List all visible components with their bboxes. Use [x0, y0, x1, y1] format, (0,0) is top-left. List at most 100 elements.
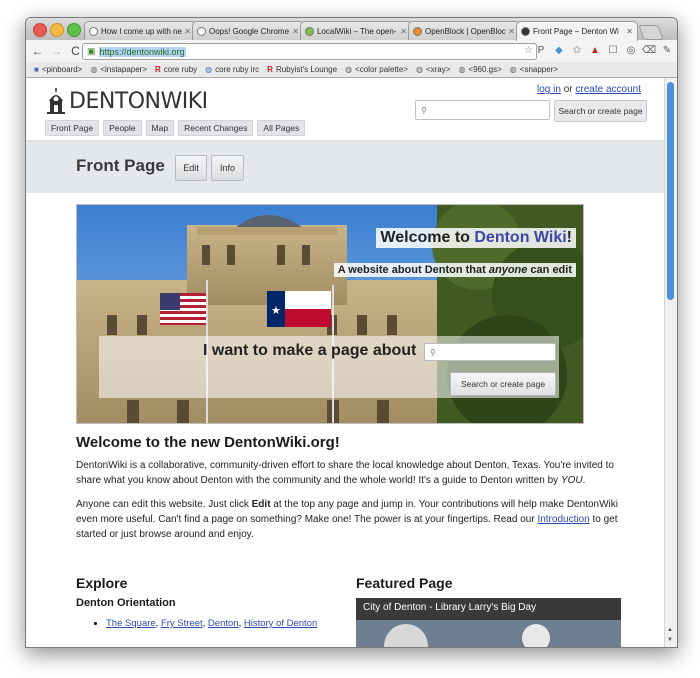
bookmark-item[interactable]: ◍ <snapper>	[510, 65, 558, 74]
hero-banner: ★ Welcome to Denton Wiki! A website abou…	[76, 204, 584, 424]
tab-label: LocalWiki – The open-	[317, 26, 397, 36]
browser-tab-active[interactable]: Front Page – Denton Wi ✕	[516, 21, 638, 41]
tab-close-icon[interactable]: ✕	[292, 27, 299, 36]
bookmark-item[interactable]: ◍ <color palette>	[345, 65, 408, 74]
site-navigation: Front Page People Map Recent Changes All…	[45, 120, 306, 136]
new-tab-button[interactable]	[638, 25, 664, 40]
reload-icon[interactable]: C	[68, 44, 83, 58]
hero-search-panel: I want to make a page about ⚲ Search or …	[99, 336, 559, 398]
scroll-up-icon[interactable]: ▲	[667, 627, 673, 633]
info-button[interactable]: Info	[211, 155, 244, 181]
tab-close-icon[interactable]: ✕	[400, 27, 407, 36]
globe-icon: ◍	[509, 65, 517, 74]
page-title-bar: Front Page Edit Info	[26, 140, 665, 193]
bookmark-item[interactable]: ◍ <instapaper>	[90, 65, 147, 74]
create-account-link[interactable]: create account	[575, 84, 641, 95]
browser-tab[interactable]: LocalWiki – The open- ✕	[300, 21, 412, 40]
tab-label: How I come up with ne	[101, 26, 182, 36]
wrench-icon[interactable]: ✎	[661, 44, 673, 56]
folder-icon: ■	[34, 65, 39, 74]
site-search-input[interactable]: ⚲	[415, 100, 550, 120]
browser-tab[interactable]: Oops! Google Chrome c ✕	[192, 21, 304, 40]
bookmark-item[interactable]: ■ <pinboard>	[34, 65, 82, 74]
extension-icon[interactable]: ✿	[571, 44, 583, 56]
ruby-r-icon: R	[267, 65, 273, 74]
introduction-link[interactable]: Introduction	[537, 514, 589, 525]
page-favicon-icon	[413, 26, 422, 36]
hero-search-or-create-button[interactable]: Search or create page	[450, 372, 556, 396]
forward-icon[interactable]: →	[49, 44, 64, 58]
intro-paragraph-1: DentonWiki is a collaborative, community…	[76, 458, 626, 488]
scroll-down-icon[interactable]: ▼	[667, 637, 673, 643]
page-favicon-icon	[89, 26, 98, 36]
hero-welcome-heading: Welcome to Denton Wiki!	[376, 228, 576, 248]
extension-icon[interactable]: ☐	[607, 44, 619, 56]
extension-icon[interactable]: ⌫	[642, 44, 656, 56]
bookmark-label: <pinboard>	[41, 65, 83, 74]
extension-icons: P ◆ ✿ ▲ ☐ ◎ ⌫ ✎	[535, 44, 673, 56]
history-of-denton-link[interactable]: History of Denton	[244, 618, 317, 629]
nav-recent-changes[interactable]: Recent Changes	[178, 120, 254, 136]
extension-icon[interactable]: P	[535, 44, 547, 56]
bookmark-item[interactable]: ◍ core ruby irc	[205, 65, 259, 74]
url-text: https://dentonwiki.org	[98, 46, 186, 57]
nav-people[interactable]: People	[103, 120, 142, 136]
page-title: Front Page	[76, 156, 165, 175]
minimize-window-button[interactable]	[50, 23, 64, 37]
nav-map[interactable]: Map	[145, 120, 175, 136]
extension-icon[interactable]: ▲	[589, 44, 601, 56]
fry-street-link[interactable]: Fry Street	[161, 618, 203, 629]
nav-front-page[interactable]: Front Page	[45, 120, 100, 136]
browser-tab[interactable]: OpenBlock | OpenBlock ✕	[408, 21, 520, 40]
vertical-scrollbar[interactable]: ▲ ▼	[664, 78, 677, 647]
browser-tab[interactable]: How I come up with ne ✕	[84, 21, 196, 40]
intro-heading: Welcome to the new DentonWiki.org!	[76, 434, 340, 451]
bookmark-item[interactable]: ◍ <xray>	[416, 65, 450, 74]
globe-icon: ◍	[415, 65, 423, 74]
tab-close-icon[interactable]: ✕	[508, 27, 515, 36]
tab-bar: How I come up with ne ✕ Oops! Google Chr…	[26, 18, 677, 41]
tab-close-icon[interactable]: ✕	[626, 27, 633, 36]
search-or-create-button[interactable]: Search or create page	[554, 100, 647, 122]
back-icon[interactable]: ←	[30, 44, 45, 58]
nav-all-pages[interactable]: All Pages	[257, 120, 306, 136]
close-window-button[interactable]	[33, 23, 47, 37]
the-square-link[interactable]: The Square	[106, 618, 156, 629]
svg-text:★: ★	[271, 304, 281, 317]
scrollbar-thumb[interactable]	[667, 82, 674, 300]
featured-video[interactable]: City of Denton - Library Larry's Big Day	[356, 598, 621, 647]
featured-caption: City of Denton - Library Larry's Big Day	[363, 602, 537, 613]
address-bar[interactable]: ▣ https://dentonwiki.org ☆	[82, 43, 537, 60]
bookmark-label: <snapper>	[519, 65, 559, 74]
globe-icon: ◍	[205, 65, 213, 74]
bookmark-label: <960.gs>	[468, 65, 502, 74]
explore-title: Explore	[76, 575, 128, 591]
denton-link[interactable]: Denton	[208, 618, 239, 629]
list-item: The Square, Fry Street, Denton, History …	[106, 617, 336, 631]
bookmark-item[interactable]: R Rubyist's Lounge	[267, 65, 337, 74]
ruby-r-icon: R	[155, 65, 161, 74]
hero-subheading: A website about Denton that anyone can e…	[333, 263, 576, 277]
bookmark-item[interactable]: Rcore ruby	[155, 65, 197, 74]
tab-label: OpenBlock | OpenBlock	[425, 26, 507, 36]
tab-close-icon[interactable]: ✕	[184, 27, 191, 36]
page-favicon-icon	[521, 27, 530, 36]
site-logo[interactable]: DENTON WIKI	[45, 87, 208, 115]
intro-p1-emphasis: YOU	[560, 475, 583, 486]
hero-sub-emphasis: anyone	[488, 264, 528, 276]
search-icon: ⚲	[421, 105, 427, 115]
orientation-list: The Square, Fry Street, Denton, History …	[76, 617, 336, 631]
bookmark-star-icon[interactable]: ☆	[524, 45, 533, 56]
intro-p1-text: DentonWiki is a collaborative, community…	[76, 460, 614, 486]
bookmark-item[interactable]: ◍ <960.gs>	[458, 65, 501, 74]
hero-page-name-input[interactable]: ⚲	[424, 343, 556, 361]
hero-welcome-accent: Denton Wiki	[474, 229, 567, 246]
page-favicon-icon	[197, 26, 206, 36]
extension-icon[interactable]: ◆	[553, 44, 565, 56]
zoom-window-button[interactable]	[67, 23, 81, 37]
bookmark-label: Rubyist's Lounge	[275, 65, 338, 74]
extension-icon[interactable]: ◎	[625, 44, 637, 56]
bookmark-label: core ruby irc	[215, 65, 260, 74]
edit-button[interactable]: Edit	[175, 155, 207, 181]
login-link[interactable]: log in	[537, 84, 561, 95]
